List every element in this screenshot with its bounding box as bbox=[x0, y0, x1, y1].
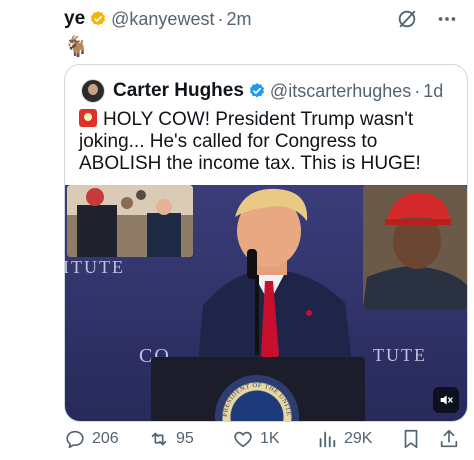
views-action[interactable]: 29K bbox=[316, 428, 372, 450]
repost-count: 95 bbox=[176, 430, 194, 447]
reply-action[interactable]: 206 bbox=[64, 428, 119, 450]
inset-photo-left-graphic bbox=[67, 185, 193, 257]
dot-separator: · bbox=[217, 8, 224, 29]
verified-badge-icon bbox=[91, 11, 106, 26]
svg-text:PRESIDENT OF THE UNITED: PRESIDENT OF THE UNITED bbox=[215, 375, 292, 417]
video-player[interactable]: ITUTE CO TUTE PRESIDENT OF THE UNITED bbox=[65, 185, 467, 421]
reply-count: 206 bbox=[92, 430, 119, 447]
inset-photo-right bbox=[363, 185, 467, 309]
bookmark-action[interactable] bbox=[400, 428, 422, 450]
verified-badge-icon bbox=[249, 83, 265, 98]
author-handle[interactable]: @kanyewest bbox=[111, 9, 214, 30]
quoted-author-name[interactable]: Carter Hughes bbox=[113, 80, 244, 102]
quoted-tweet-text: HOLY COW! President Trump wasn't joking.… bbox=[79, 109, 459, 175]
quoted-tweet-card[interactable]: Carter Hughes @itscarterhughes · 1d HOLY… bbox=[64, 64, 468, 422]
like-action[interactable]: 1K bbox=[232, 428, 280, 450]
backdrop-text-left: ITUTE bbox=[65, 257, 125, 277]
like-count: 1K bbox=[260, 430, 280, 447]
heart-icon bbox=[234, 431, 252, 448]
quoted-tweet-body: HOLY COW! President Trump wasn't joking.… bbox=[79, 109, 421, 174]
quoted-tweet-header: Carter Hughes @itscarterhughes · 1d bbox=[81, 79, 443, 103]
tweet-action-bar: 206 95 1K 29K bbox=[64, 428, 464, 452]
quoted-author-handle[interactable]: @itscarterhughes bbox=[270, 81, 411, 102]
share-icon bbox=[440, 429, 458, 448]
tweet-header: ye @kanyewest · 2m bbox=[64, 8, 251, 30]
author-name[interactable]: ye bbox=[64, 8, 85, 30]
quoted-author-avatar[interactable] bbox=[81, 79, 105, 103]
bookmark-icon bbox=[404, 429, 418, 449]
inset-photo-right-graphic bbox=[363, 185, 467, 309]
mute-button[interactable] bbox=[433, 387, 459, 413]
tweet-text: 🐐 bbox=[64, 36, 89, 58]
views-chart-icon bbox=[319, 431, 336, 448]
share-action[interactable] bbox=[438, 428, 460, 450]
repost-action[interactable]: 95 bbox=[148, 428, 194, 450]
tweet-time[interactable]: 2m bbox=[226, 9, 251, 30]
reply-icon bbox=[66, 430, 84, 449]
more-options-icon[interactable] bbox=[436, 8, 458, 30]
dot-separator: · bbox=[414, 80, 421, 101]
repost-icon bbox=[151, 432, 167, 446]
siren-emoji-icon bbox=[79, 109, 97, 127]
quoted-tweet-time: 1d bbox=[423, 80, 444, 101]
seal-text-ring: PRESIDENT OF THE UNITED bbox=[215, 375, 292, 417]
inset-photo-left bbox=[67, 185, 193, 257]
views-count: 29K bbox=[344, 430, 373, 447]
grok-icon[interactable] bbox=[396, 8, 418, 30]
seal-text: PRESIDENT OF THE UNITED bbox=[215, 375, 291, 417]
muted-speaker-icon bbox=[440, 395, 453, 405]
header-actions bbox=[396, 8, 458, 30]
